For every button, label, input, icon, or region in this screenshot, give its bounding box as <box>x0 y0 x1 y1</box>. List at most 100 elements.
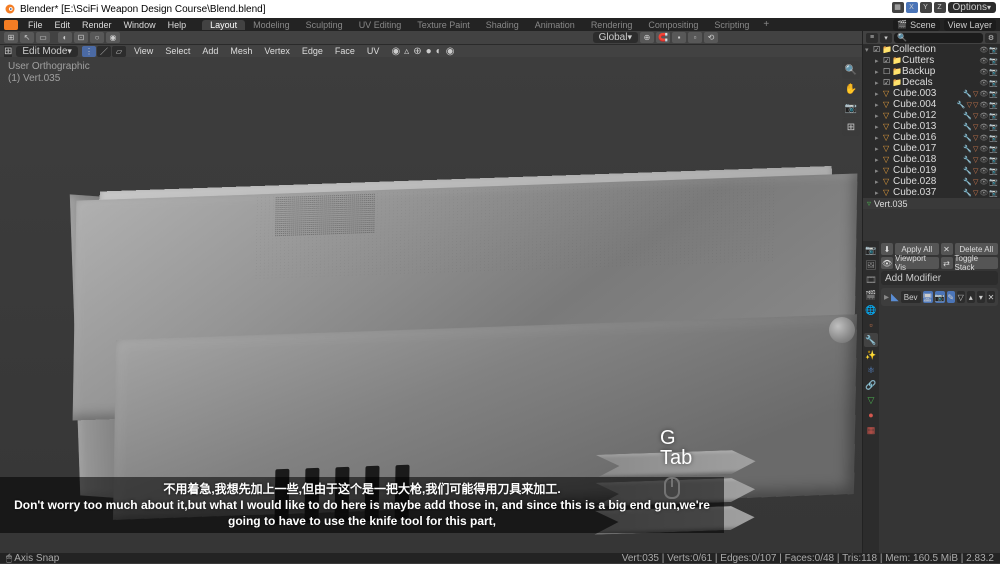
options-dropdown[interactable]: Options ▾ <box>948 2 996 13</box>
prop-tab-render[interactable]: 📷 <box>864 243 878 257</box>
orientation-selector[interactable]: Global ▾ <box>593 32 638 43</box>
tab-rendering[interactable]: Rendering <box>583 20 641 30</box>
select-tool-icon[interactable]: ▭ <box>36 32 50 43</box>
prop-tab-mesh[interactable]: ▽ <box>864 393 878 407</box>
cursor-tool-icon[interactable]: ↖ <box>20 32 34 43</box>
prop-tab-world[interactable]: 🌐 <box>864 303 878 317</box>
viewport-vis-button[interactable]: Viewport Vis <box>895 257 939 269</box>
vertex-select-button[interactable]: ⋮ <box>82 46 96 57</box>
mod-editmode-icon[interactable]: ✎ <box>947 291 955 303</box>
prop-tab-particles[interactable]: ✨ <box>864 348 878 362</box>
tab-scripting[interactable]: Scripting <box>706 20 757 30</box>
delete-icon[interactable]: ✕ <box>941 243 953 255</box>
nav-zoom-icon[interactable]: 🔍 <box>842 61 860 79</box>
prop-tab-object[interactable]: ▫ <box>864 318 878 332</box>
menu-uv[interactable]: UV <box>363 46 384 56</box>
menu-edge[interactable]: Edge <box>298 46 327 56</box>
outliner-obj[interactable]: ▸▽Cube.037🔧▽👁📷 <box>863 187 1000 198</box>
menu-view[interactable]: View <box>130 46 157 56</box>
tab-animation[interactable]: Animation <box>527 20 583 30</box>
menu-window[interactable]: Window <box>118 20 162 30</box>
add-workspace-button[interactable]: + <box>757 19 775 30</box>
vis-icon[interactable]: 👁 <box>881 257 893 269</box>
proportional-type-button[interactable]: ◉ <box>106 32 120 43</box>
menu-file[interactable]: File <box>22 20 49 30</box>
outliner-type-icon[interactable]: ≡ <box>866 33 878 43</box>
modifier-name-field[interactable]: Bev <box>901 291 921 303</box>
snap-button[interactable]: ◐ <box>58 32 72 43</box>
viewport-overlays-button[interactable]: ◉ <box>391 46 400 57</box>
apply-dropdown-icon[interactable]: ⬇ <box>881 243 893 255</box>
prop-tab-material[interactable]: ● <box>864 408 878 422</box>
nav-persp-icon[interactable]: ⊞ <box>842 118 860 136</box>
menu-edit[interactable]: Edit <box>49 20 77 30</box>
tab-modeling[interactable]: Modeling <box>245 20 298 30</box>
nav-camera-icon[interactable]: 📷 <box>842 99 860 117</box>
mirror-y-button[interactable]: ▫ <box>688 32 702 43</box>
outliner-obj[interactable]: ▸▽Cube.003🔧▽👁📷 <box>863 88 1000 99</box>
proportional-button[interactable]: ○ <box>90 32 104 43</box>
outliner-tree[interactable]: ▾☑📁Collection👁📷 ▸☑📁Cutters👁📷 ▸☐📁Backup👁📷… <box>863 44 1000 198</box>
tab-shading[interactable]: Shading <box>478 20 527 30</box>
tab-texture-paint[interactable]: Texture Paint <box>409 20 478 30</box>
prop-tab-texture[interactable]: ▦ <box>864 423 878 437</box>
editor-corner-icon[interactable]: ⊞ <box>4 46 12 57</box>
outliner-search[interactable]: 🔍 <box>894 33 983 43</box>
outliner-obj[interactable]: ▸▽Cube.013🔧▽👁📷 <box>863 121 1000 132</box>
mod-realtime-icon[interactable]: 🖥 <box>923 291 933 303</box>
menu-help[interactable]: Help <box>162 20 193 30</box>
toggle-icon[interactable]: ⇄ <box>941 257 953 269</box>
modifier-expand-icon[interactable]: ▸ <box>884 292 889 303</box>
outliner-obj[interactable]: ▸▽Cube.016🔧▽👁📷 <box>863 132 1000 143</box>
menu-face[interactable]: Face <box>331 46 359 56</box>
mirror-axis-x[interactable]: X <box>906 2 918 13</box>
mirror-axis-z[interactable]: Z <box>934 2 946 13</box>
outliner-obj[interactable]: ▸▽Cube.028🔧▽👁📷 <box>863 176 1000 187</box>
mirror-x-button[interactable]: ▪ <box>672 32 686 43</box>
pivot-button[interactable]: ⊕ <box>640 32 654 43</box>
prop-tab-scene[interactable]: 🎬 <box>864 288 878 302</box>
outliner-coll-backup[interactable]: ▸☐📁Backup👁📷 <box>863 66 1000 77</box>
xray-button[interactable]: ▵ <box>404 46 409 57</box>
outliner-coll-cutters[interactable]: ▸☑📁Cutters👁📷 <box>863 55 1000 66</box>
mod-move-down-icon[interactable]: ▾ <box>977 291 985 303</box>
tab-compositing[interactable]: Compositing <box>640 20 706 30</box>
outliner-obj[interactable]: ▸▽Cube.004🔧▽▽👁📷 <box>863 99 1000 110</box>
prop-tab-physics[interactable]: ⚛ <box>864 363 878 377</box>
shading-render-button[interactable]: ◉ <box>446 46 455 57</box>
shading-wire-button[interactable]: ⊕ <box>413 46 421 57</box>
mod-delete-icon[interactable]: ✕ <box>987 291 995 303</box>
automatic-merge-button[interactable]: ⟲ <box>704 32 718 43</box>
outliner-coll-decals[interactable]: ▸☑📁Decals👁📷 <box>863 77 1000 88</box>
menu-mesh[interactable]: Mesh <box>226 46 256 56</box>
menu-add[interactable]: Add <box>198 46 222 56</box>
mod-render-icon[interactable]: 📷 <box>935 291 945 303</box>
editor-type-button[interactable]: ⊞ <box>4 32 18 43</box>
mod-move-up-icon[interactable]: ▴ <box>967 291 975 303</box>
menu-vertex[interactable]: Vertex <box>260 46 294 56</box>
snap-type-button[interactable]: ⊡ <box>74 32 88 43</box>
prop-tab-output[interactable]: 🖼 <box>864 258 878 272</box>
mirror-axis-y[interactable]: Y <box>920 2 932 13</box>
selectable-toggle[interactable]: ▦ <box>892 2 904 13</box>
shading-solid-button[interactable]: ● <box>426 46 432 57</box>
mod-cage-icon[interactable]: ▽ <box>957 291 965 303</box>
outliner-filter-icon[interactable]: ⚙ <box>985 33 997 43</box>
toggle-stack-button[interactable]: Toggle Stack <box>955 257 999 269</box>
shading-matprev-button[interactable]: ◐ <box>436 46 442 57</box>
viewlayer-selector[interactable]: View Layer <box>944 19 996 31</box>
prop-tab-constraint[interactable]: 🔗 <box>864 378 878 392</box>
face-select-button[interactable]: ▱ <box>112 46 126 57</box>
outliner-display-icon[interactable]: ▾ <box>880 33 892 43</box>
tab-sculpting[interactable]: Sculpting <box>298 20 351 30</box>
snap-toggle[interactable]: 🧲 <box>656 32 670 43</box>
nav-hand-icon[interactable]: ✋ <box>842 80 860 98</box>
outliner-obj[interactable]: ▸▽Cube.012🔧▽👁📷 <box>863 110 1000 121</box>
prop-tab-viewlayer[interactable]: 🎞 <box>864 273 878 287</box>
outliner-obj[interactable]: ▸▽Cube.018🔧▽👁📷 <box>863 154 1000 165</box>
outliner-obj[interactable]: ▸▽Cube.019🔧▽👁📷 <box>863 165 1000 176</box>
menu-select[interactable]: Select <box>161 46 194 56</box>
prop-tab-modifier[interactable]: 🔧 <box>864 333 878 347</box>
outliner-obj[interactable]: ▸▽Cube.017🔧▽👁📷 <box>863 143 1000 154</box>
tab-layout[interactable]: Layout <box>202 20 245 30</box>
